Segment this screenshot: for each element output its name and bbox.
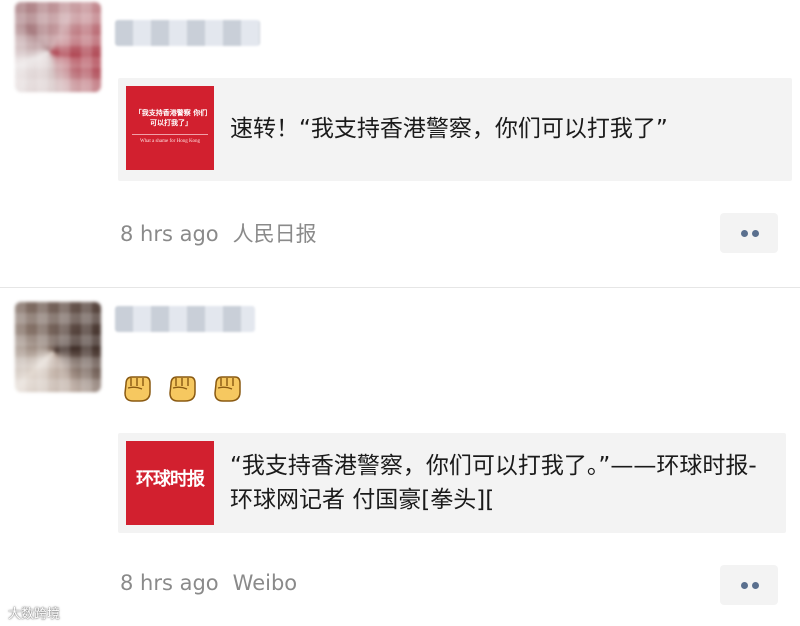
dot-icon <box>741 582 748 589</box>
fist-emoji-icon <box>214 376 241 402</box>
dot-icon <box>752 230 759 237</box>
emoji-row <box>120 370 250 406</box>
author-name-blurred[interactable] <box>115 306 255 332</box>
avatar[interactable] <box>15 302 101 392</box>
more-options-button[interactable] <box>720 213 778 253</box>
more-options-button[interactable] <box>720 565 778 605</box>
link-title: 速转！“我支持香港警察，你们可以打我了” <box>230 116 668 142</box>
shared-link-card[interactable]: 「我支持香港警察 你们可以打我了」 What a shame for Hong … <box>118 78 792 181</box>
thumbnail-divider <box>132 134 208 135</box>
post-time: 8 hrs ago <box>120 222 219 246</box>
newspaper-logo: 环球时报 <box>136 469 205 490</box>
post-meta: 8 hrs ago 人民日报 <box>120 218 317 248</box>
post-time: 8 hrs ago <box>120 571 219 595</box>
author-name-blurred[interactable] <box>115 20 260 46</box>
avatar[interactable] <box>15 2 101 92</box>
link-thumbnail: 环球时报 <box>126 441 214 525</box>
feed-post-1: 「我支持香港警察 你们可以打我了」 What a shame for Hong … <box>0 0 800 287</box>
dot-icon <box>752 582 759 589</box>
link-thumbnail: 「我支持香港警察 你们可以打我了」 What a shame for Hong … <box>126 86 214 170</box>
dot-icon <box>741 230 748 237</box>
link-title: “我支持香港警察，你们可以打我了。”——环球时报-环球网记者 付国豪[拳头][ <box>230 453 757 513</box>
feed-post-2: 环球时报 “我支持香港警察，你们可以打我了。”——环球时报-环球网记者 付国豪[… <box>0 288 800 626</box>
fist-emoji-icon <box>169 376 196 402</box>
post-meta: 8 hrs ago Weibo <box>120 571 297 595</box>
post-source[interactable]: 人民日报 <box>233 222 317 246</box>
fist-emoji-icon <box>124 376 151 402</box>
thumbnail-subtitle: What a shame for Hong Kong <box>139 139 201 144</box>
post-source[interactable]: Weibo <box>233 571 297 595</box>
shared-link-card[interactable]: 环球时报 “我支持香港警察，你们可以打我了。”——环球时报-环球网记者 付国豪[… <box>118 433 786 533</box>
thumbnail-quote: 「我支持香港警察 你们可以打我了」 <box>134 109 208 127</box>
watermark: 大数跨境 <box>8 607 61 622</box>
